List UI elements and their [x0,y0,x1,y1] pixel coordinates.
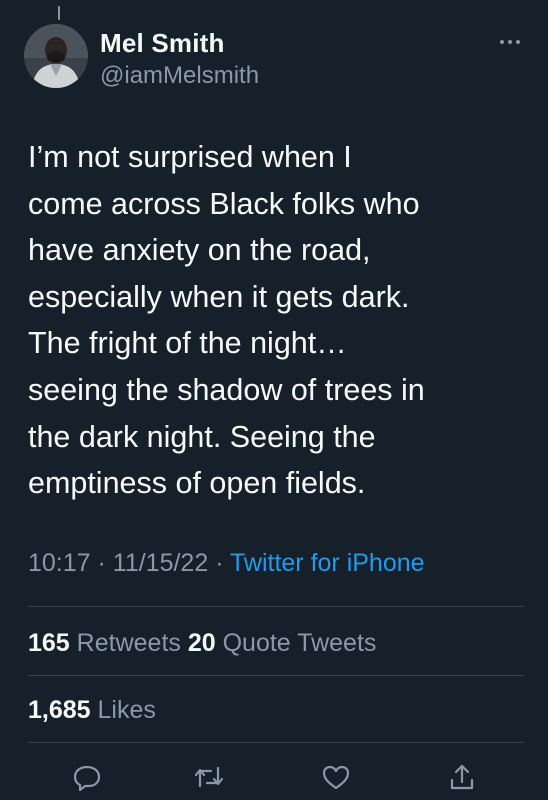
divider [28,742,524,743]
author-handle[interactable]: @iamMelsmith [100,62,259,90]
tweet-header: Mel Smith @iamMelsmith [24,24,528,90]
tweet-date[interactable]: 11/15/22 [113,549,208,577]
share-icon[interactable] [445,760,479,794]
retweets-label: Retweets [76,629,181,657]
heart-icon[interactable] [319,760,353,794]
likes-count: 1,685 [28,696,91,724]
tweet-meta: 10:17 · 11/15/22 · Twitter for iPhone [28,549,425,578]
engagement-stats: 165 Retweets 20 Quote Tweets [28,629,376,658]
avatar[interactable] [24,24,88,88]
tweet-text: I’m not surprised when I come across Bla… [28,140,425,501]
tweet-detail: Mel Smith @iamMelsmith I’m not surprised… [0,0,548,800]
likes-stat[interactable]: 1,685 Likes [28,696,156,725]
meta-separator: · [208,549,231,577]
retweet-icon[interactable] [192,760,226,794]
retweets-stat[interactable]: 165 Retweets [28,629,181,657]
more-dots-icon[interactable] [496,32,524,52]
meta-separator: · [90,549,113,577]
thread-connector-line [58,6,60,20]
quote-tweets-label: Quote Tweets [222,629,377,657]
likes-label: Likes [97,696,156,724]
divider [28,606,524,607]
action-bar [0,760,548,794]
quote-tweets-count: 20 [187,629,216,657]
quote-tweets-stat[interactable]: 20 Quote Tweets [188,629,377,657]
avatar-image [24,24,88,88]
tweet-source-link[interactable]: Twitter for iPhone [230,549,425,577]
retweets-count: 165 [28,629,70,657]
tweet-time[interactable]: 10:17 [28,549,91,577]
divider [28,675,524,676]
reply-icon[interactable] [70,760,104,794]
author-name[interactable]: Mel Smith [100,28,225,59]
